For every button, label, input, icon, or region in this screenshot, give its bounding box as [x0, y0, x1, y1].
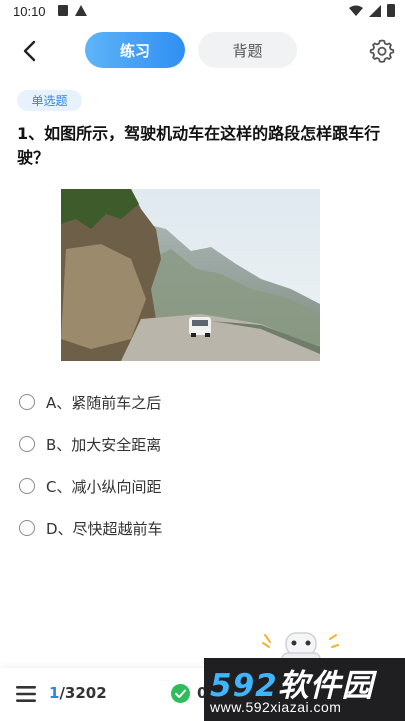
settings-button[interactable] — [367, 36, 397, 66]
option-b-label: B、加大安全距离 — [46, 435, 162, 454]
option-d-label: D、尽快超越前车 — [46, 519, 163, 538]
signal-icon — [369, 4, 381, 17]
option-d[interactable]: D、尽快超越前车 — [18, 507, 388, 549]
sim-card-icon — [58, 5, 68, 16]
question-progress: 1/3202 — [49, 684, 107, 702]
check-circle-icon — [171, 684, 190, 703]
tab-review[interactable]: 背题 — [198, 32, 297, 68]
option-a-label: A、紧随前车之后 — [46, 393, 162, 412]
option-a[interactable]: A、紧随前车之后 — [18, 381, 388, 423]
status-icons-right — [349, 4, 395, 17]
status-icons-left — [58, 5, 87, 16]
question-type-badge: 单选题 — [17, 90, 82, 111]
tab-practice[interactable]: 练习 — [85, 32, 185, 68]
option-c[interactable]: C、减小纵向间距 — [18, 465, 388, 507]
question-image — [61, 189, 320, 361]
chevron-left-icon — [23, 40, 36, 62]
gear-icon — [369, 39, 395, 63]
radio-circle-icon[interactable] — [19, 394, 35, 410]
wifi-icon — [349, 5, 363, 16]
watermark-url: www.592xiazai.com — [210, 699, 342, 715]
option-c-label: C、减小纵向间距 — [46, 477, 162, 496]
options-list: A、紧随前车之后 B、加大安全距离 C、减小纵向间距 D、尽快超越前车 — [18, 381, 388, 549]
mountain-road-photo — [61, 189, 320, 361]
question-text: 1、如图所示，驾驶机动车在这样的路段怎样跟车行驶？ — [17, 124, 381, 167]
back-button[interactable] — [14, 36, 44, 66]
battery-icon — [387, 4, 395, 17]
warning-icon — [75, 5, 87, 16]
radio-circle-icon[interactable] — [19, 520, 35, 536]
option-b[interactable]: B、加大安全距离 — [18, 423, 388, 465]
top-bar: 练习 背题 — [0, 28, 405, 74]
progress-current: 1 — [49, 684, 60, 702]
radio-circle-icon[interactable] — [19, 436, 35, 452]
radio-circle-icon[interactable] — [19, 478, 35, 494]
menu-icon[interactable] — [16, 685, 36, 703]
watermark-logo: 592软件园 www.592xiazai.com — [204, 658, 405, 721]
status-bar: 10:10 — [0, 0, 405, 24]
progress-total: /3202 — [59, 684, 107, 702]
status-time: 10:10 — [13, 4, 46, 19]
